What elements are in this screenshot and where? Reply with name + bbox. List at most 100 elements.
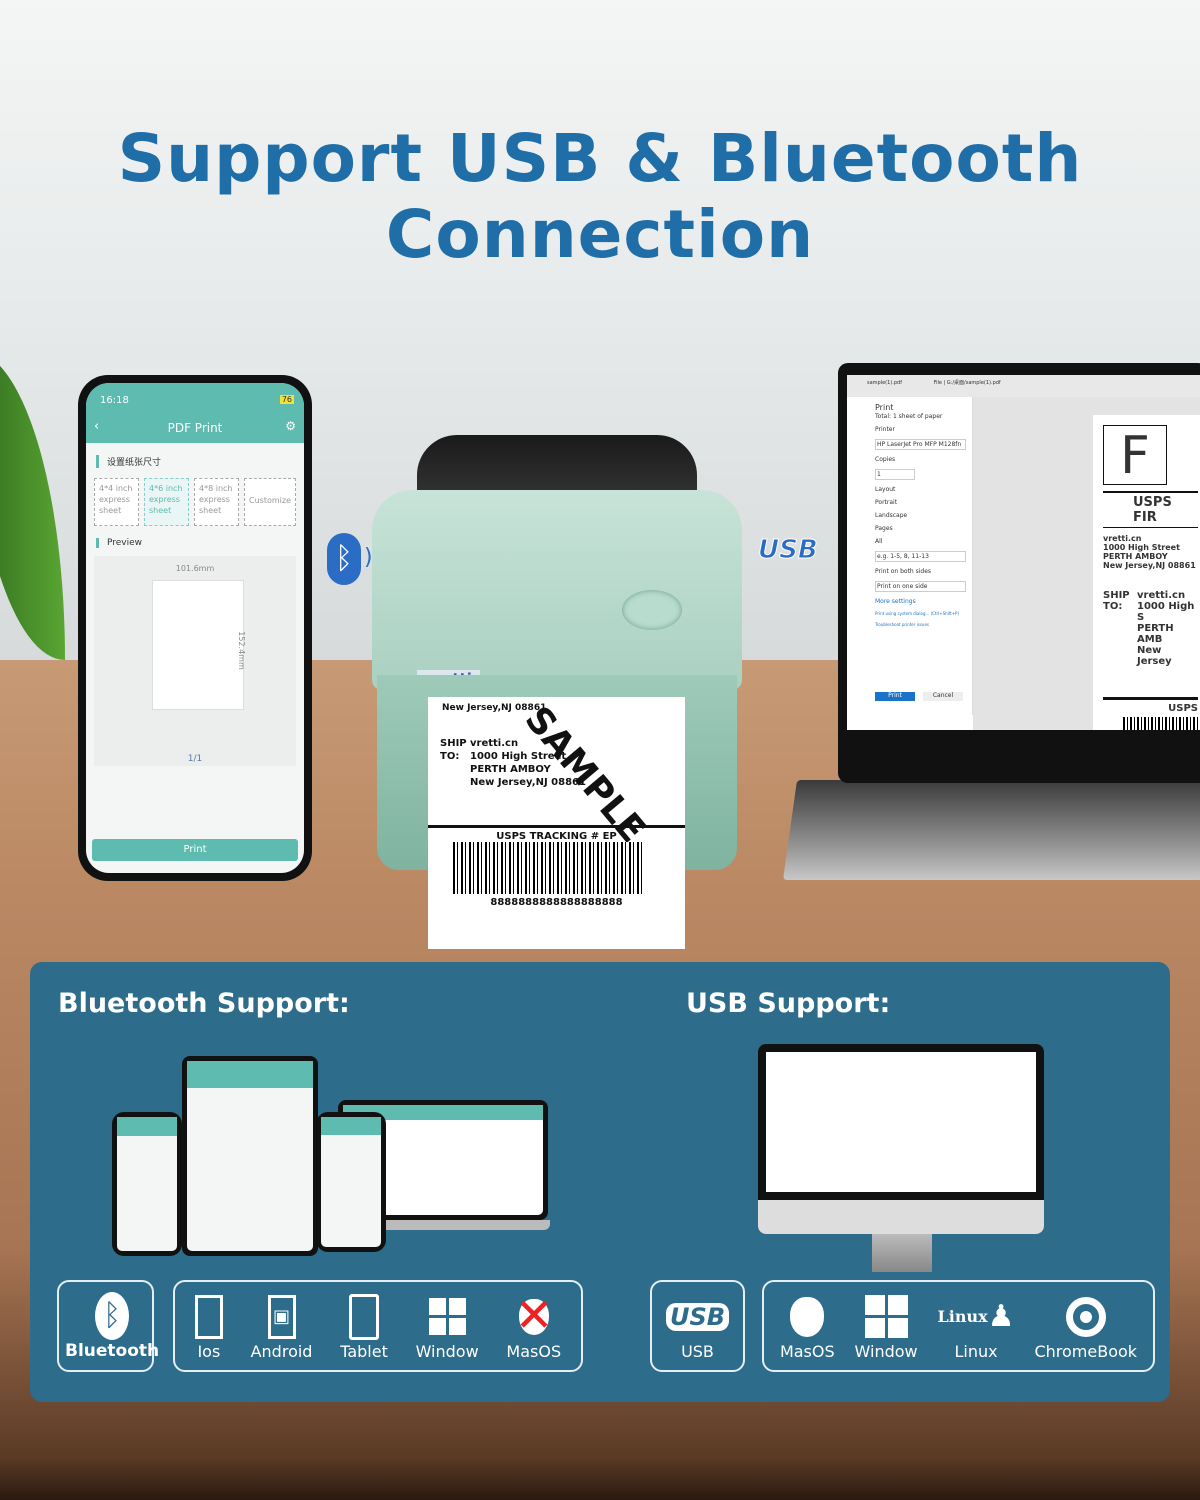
ship-to-caption: SHIP TO: — [1103, 590, 1130, 612]
size-options: 4*4 inch express sheet 4*6 inch express … — [94, 478, 296, 526]
power-button — [622, 590, 682, 630]
from-line: vretti.cn — [1103, 534, 1142, 543]
platform-linux: Linux ♟ Linux — [938, 1292, 1015, 1361]
bluetooth-support-heading: Bluetooth Support: — [58, 988, 350, 1019]
laptop-screen: sample(1).pdf File | G:/桌面/sample(1).pdf… — [838, 363, 1200, 783]
platform-label: Window — [854, 1341, 918, 1361]
phone-screen: 16:18 76 ‹ PDF Print ⚙ 设置纸张尺寸 4*4 inch e… — [86, 383, 304, 873]
layout-label: Layout — [875, 486, 896, 493]
troubleshoot-link[interactable]: Troubleshoot printer issues — [875, 622, 966, 627]
bluetooth-box: ᛒ Bluetooth — [57, 1280, 159, 1372]
preview-tracking: USPS — [1103, 697, 1198, 714]
preview-section-title: Preview — [96, 538, 304, 548]
platform-label: Linux — [954, 1341, 998, 1361]
height-dimension: 152.4mm — [236, 631, 246, 670]
to-line: PERTH AMB — [1137, 623, 1174, 645]
preview-barcode — [1123, 717, 1198, 730]
usb-icon: USB — [758, 535, 819, 566]
linux-icon: Linux ♟ — [937, 1299, 1015, 1334]
mini-phone — [112, 1112, 182, 1256]
usb-box: USB USB — [650, 1280, 745, 1372]
usb-platforms-box: MasOS Window Linux ♟ Linux ChromeBook — [762, 1280, 1155, 1372]
shipping-label: New Jersey,NJ 08861 SHIP TO: vretti.cn 1… — [428, 697, 685, 949]
to-line: New Jersey — [1137, 645, 1172, 667]
tablet-icon — [349, 1292, 380, 1342]
platform-tablet: Tablet — [340, 1292, 388, 1361]
bluetooth-label: Bluetooth — [65, 1341, 160, 1361]
size-option-4x6[interactable]: 4*6 inch express sheet — [144, 478, 189, 526]
system-dialog-link[interactable]: Print using system dialog... (Ctrl+Shift… — [875, 611, 966, 616]
ios-phone-icon — [194, 1292, 223, 1342]
platform-label: Tablet — [340, 1341, 388, 1361]
imac-stand — [872, 1234, 932, 1272]
windows-icon — [864, 1292, 908, 1342]
printer-lid: vretti — [372, 490, 742, 690]
browser-window: sample(1).pdf File | G:/桌面/sample(1).pdf… — [847, 375, 1200, 730]
copies-input[interactable]: 1 — [875, 469, 915, 480]
pages-input[interactable]: e.g. 1-5, 8, 11-13 — [875, 551, 966, 562]
support-panel: Bluetooth Support: USB Support: ᛒ Blueto… — [30, 962, 1170, 1402]
cancel-button[interactable]: Cancel — [923, 692, 963, 701]
platform-label: MasOS — [779, 1341, 835, 1361]
label-top-line: New Jersey,NJ 08861 — [442, 703, 547, 713]
preview-to: SHIP TO: vretti.cn 1000 High S PERTH AMB… — [1103, 590, 1198, 667]
windows-icon — [428, 1292, 466, 1342]
printer-label: Printer — [875, 426, 895, 433]
platform-windows: Window — [416, 1292, 479, 1361]
mini-label — [152, 580, 244, 710]
page-indicator: 1/1 — [187, 754, 203, 764]
from-line: New Jersey,NJ 08861 — [1103, 561, 1196, 570]
bluetooth-item: ᛒ Bluetooth — [65, 1291, 159, 1361]
print-button[interactable]: Print — [875, 692, 915, 701]
label-preview: 101.6mm 152.4mm 1/1 — [94, 556, 296, 766]
size-section-title: 设置纸张尺寸 — [96, 455, 304, 468]
printer-select[interactable]: HP LaserJet Pro MFP M128fn — [875, 439, 966, 450]
platform-windows: Window — [855, 1292, 918, 1361]
usb-icon: USB — [665, 1292, 730, 1342]
size-option-customize[interactable]: Customize — [244, 478, 296, 526]
bluetooth-platforms-box: Ios ▣ Android Tablet Window ✕ MasOS — [173, 1280, 583, 1372]
preview-from: vretti.cn 1000 High Street PERTH AMBOY N… — [1103, 534, 1198, 570]
radio-all[interactable]: All — [875, 538, 966, 545]
phone-print-button[interactable]: Print — [92, 839, 298, 861]
radio-portrait[interactable]: Portrait — [875, 499, 966, 506]
platform-chromebook: ChromeBook — [1034, 1292, 1137, 1361]
apple-icon: ✕ — [515, 1288, 554, 1342]
platform-label: MasOS — [506, 1341, 562, 1361]
platform-macos-unsupported: ✕ MasOS — [506, 1288, 562, 1361]
platform-ios: Ios — [194, 1292, 223, 1361]
dialog-total: Total: 1 sheet of paper — [875, 413, 943, 420]
gear-icon[interactable]: ⚙ — [285, 419, 296, 433]
apple-icon — [790, 1292, 825, 1342]
mini-tablet — [182, 1056, 318, 1256]
usb-label: USB — [681, 1341, 714, 1361]
to-line: 1000 High S — [1137, 601, 1195, 623]
size-option-4x8[interactable]: 4*8 inch express sheet — [194, 478, 239, 526]
headline-line-2: Connection — [385, 196, 815, 273]
copies-label: Copies — [875, 456, 896, 463]
radio-landscape[interactable]: Landscape — [875, 512, 966, 519]
usb-support-heading: USB Support: — [686, 988, 891, 1019]
apple-icon — [758, 1200, 1044, 1234]
size-option-4x4[interactable]: 4*4 inch express sheet — [94, 478, 139, 526]
platform-label: Ios — [197, 1341, 221, 1361]
tracking-number: 8888888888888888888 — [490, 897, 623, 908]
phone-header: 16:18 76 ‹ PDF Print ⚙ — [86, 383, 304, 443]
headline-line-1: Support USB & Bluetooth — [117, 120, 1083, 197]
more-settings-link[interactable]: More settings — [875, 598, 966, 605]
battery-badge: 76 — [279, 395, 294, 404]
cross-icon: ✕ — [514, 1287, 554, 1342]
browser-tab[interactable]: sample(1).pdf — [867, 380, 902, 386]
to-line: vretti.cn — [1137, 590, 1186, 601]
status-time: 16:18 — [100, 395, 129, 406]
both-sides-label: Print on both sides — [875, 568, 932, 575]
dialog-title: Print — [875, 403, 894, 412]
both-sides-select[interactable]: Print on one side — [875, 581, 966, 592]
chrome-icon — [1065, 1292, 1106, 1342]
platform-android: ▣ Android — [251, 1292, 312, 1361]
width-dimension: 101.6mm — [175, 564, 215, 573]
mini-phone — [316, 1112, 386, 1252]
barcode — [453, 842, 645, 894]
pages-label: Pages — [875, 525, 893, 532]
address-bar[interactable]: File | G:/桌面/sample(1).pdf — [934, 380, 1001, 386]
